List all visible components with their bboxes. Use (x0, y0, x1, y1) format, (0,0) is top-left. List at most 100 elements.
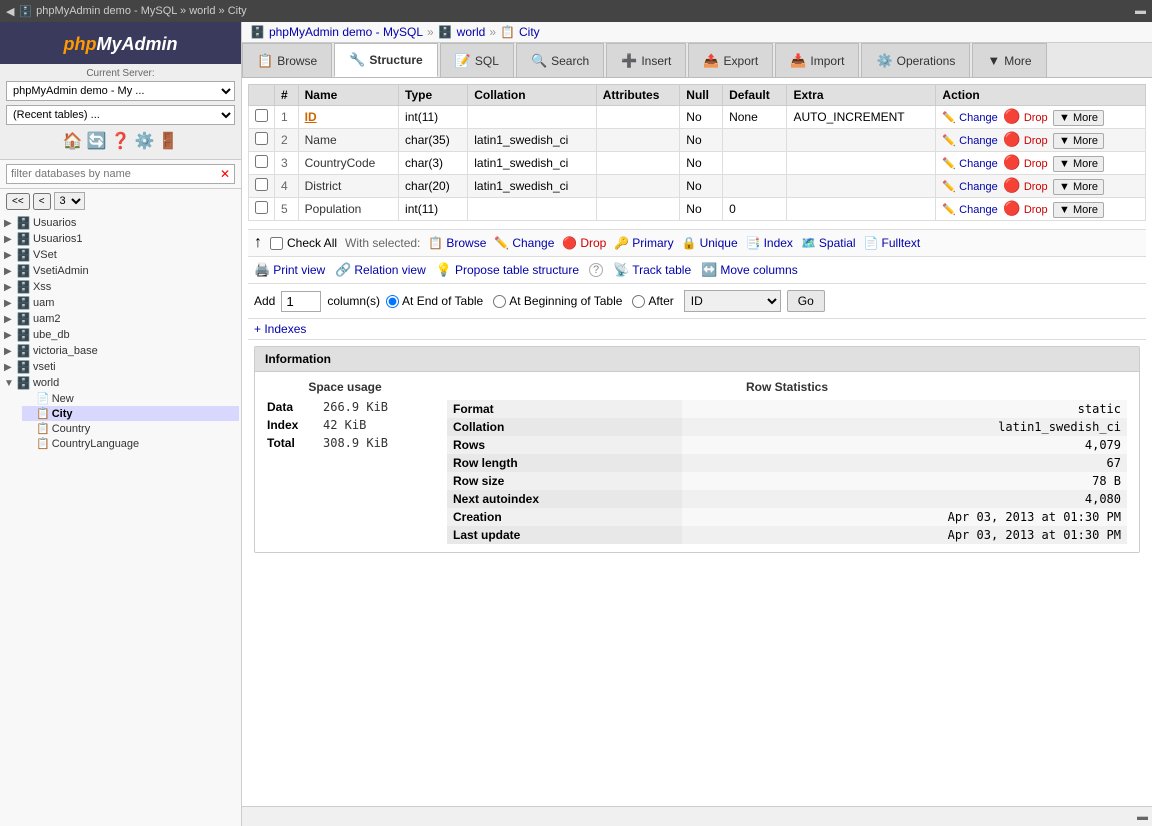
tab-search[interactable]: 🔍 Search (516, 43, 604, 77)
change-link[interactable]: ✏️ Change (942, 134, 997, 147)
ws-browse[interactable]: 📋 Browse (428, 236, 486, 250)
tab-more[interactable]: ▼ More (972, 43, 1046, 77)
db-item-xss[interactable]: ▶ 🗄️ Xss (2, 279, 239, 295)
refresh-icon[interactable]: 🔄 (87, 131, 107, 151)
more-button[interactable]: ▼ More (1053, 156, 1104, 172)
check-all-checkbox[interactable] (270, 237, 283, 250)
drop-link[interactable]: Drop (1024, 181, 1048, 193)
bc-server-link[interactable]: phpMyAdmin demo - MySQL (269, 25, 423, 39)
row-checkbox[interactable] (255, 109, 268, 122)
db-item-uam[interactable]: ▶ 🗄️ uam (2, 295, 239, 311)
insert-tab-icon: ➕ (621, 53, 637, 69)
go-button[interactable]: Go (787, 290, 825, 312)
db-item-vseti[interactable]: ▶ 🗄️ vseti (2, 359, 239, 375)
col-default (723, 129, 787, 152)
tab-sql[interactable]: 📝 SQL (440, 43, 514, 77)
db-item-vset[interactable]: ▶ 🗄️ VSet (2, 247, 239, 263)
stat-row-rows: Rows 4,079 (447, 436, 1127, 454)
col-default: None (723, 106, 787, 129)
more-button[interactable]: ▼ More (1053, 133, 1104, 149)
help-icon[interactable]: ❓ (111, 131, 131, 151)
db-item-usuarios[interactable]: ▶ 🗄️ Usuarios (2, 215, 239, 231)
ws-fulltext[interactable]: 📄 Fulltext (864, 236, 921, 250)
nav-prev-button[interactable]: < (33, 193, 51, 210)
tab-structure[interactable]: 🔧 Structure (334, 43, 438, 77)
drop-link[interactable]: Drop (1024, 112, 1048, 124)
after-radio[interactable] (632, 295, 645, 308)
more-button[interactable]: ▼ More (1053, 179, 1104, 195)
topbar-minimize[interactable]: ▬ (1135, 5, 1146, 17)
drop-link[interactable]: Drop (1024, 204, 1048, 216)
print-view-link[interactable]: 🖨️ Print view (254, 262, 325, 278)
more-button[interactable]: ▼ More (1053, 110, 1104, 126)
db-item-world-countrylanguage[interactable]: 📋 CountryLanguage (22, 436, 239, 451)
change-link[interactable]: ✏️ Change (942, 203, 997, 216)
nav-back-icon[interactable]: ◀ (6, 5, 14, 18)
filter-clear-button[interactable]: ✕ (216, 165, 234, 183)
change-link[interactable]: ✏️ Change (942, 111, 997, 124)
db-item-world-city[interactable]: 📋 City (22, 406, 239, 421)
col-name-link[interactable]: ID (305, 110, 317, 124)
db-item-ube-db[interactable]: ▶ 🗄️ ube_db (2, 327, 239, 343)
server-select[interactable]: phpMyAdmin demo - My ... (6, 81, 235, 101)
ws-primary[interactable]: 🔑 Primary (614, 236, 673, 250)
row-checkbox[interactable] (255, 201, 268, 214)
db-item-usuarios1[interactable]: ▶ 🗄️ Usuarios1 (2, 231, 239, 247)
format-label: Format (447, 400, 682, 418)
relation-view-link[interactable]: 🔗 Relation view (335, 262, 426, 278)
db-item-world-country[interactable]: 📋 Country (22, 421, 239, 436)
recent-tables-select[interactable]: (Recent tables) ... (6, 105, 235, 125)
ws-change[interactable]: ✏️ Change (494, 236, 554, 250)
row-checkbox[interactable] (255, 132, 268, 145)
col-default (723, 152, 787, 175)
db-item-uam2[interactable]: ▶ 🗄️ uam2 (2, 311, 239, 327)
col-name-cell: Name (298, 129, 398, 152)
more-button[interactable]: ▼ More (1053, 202, 1104, 218)
ws-unique[interactable]: 🔒 Unique (682, 236, 738, 250)
page-select[interactable]: 3 (54, 192, 85, 210)
after-column-select[interactable]: ID Name CountryCode District Population (684, 290, 781, 312)
col-actions: ✏️ Change 🔴 Drop ▼ More (936, 129, 1146, 152)
change-link[interactable]: ✏️ Change (942, 180, 997, 193)
collation-value: latin1_swedish_ci (682, 418, 1127, 436)
ws-index[interactable]: 📑 Index (746, 236, 793, 250)
db-item-vsetiadmin[interactable]: ▶ 🗄️ VsetiAdmin (2, 263, 239, 279)
minimize-button[interactable]: ▬ (1137, 811, 1148, 823)
home-icon[interactable]: 🏠 (63, 131, 83, 151)
bc-table-link[interactable]: City (519, 25, 540, 39)
toggle-icon: ▶ (4, 298, 14, 309)
change-link[interactable]: ✏️ Change (942, 157, 997, 170)
db-item-victoria-base[interactable]: ▶ 🗄️ victoria_base (2, 343, 239, 359)
row-checkbox[interactable] (255, 155, 268, 168)
db-item-world-new[interactable]: 📄 New (22, 391, 239, 406)
filter-databases-input[interactable] (7, 166, 216, 182)
row-checkbox[interactable] (255, 178, 268, 191)
logout-icon[interactable]: 🚪 (158, 131, 178, 151)
settings-icon[interactable]: ⚙️ (134, 131, 154, 151)
move-columns-link[interactable]: ↔️ Move columns (701, 262, 798, 278)
add-column-count-input[interactable] (281, 291, 321, 312)
col-header-name: Name (298, 85, 398, 106)
nav-prev-prev-button[interactable]: << (6, 193, 30, 210)
relation-view-label: Relation view (354, 263, 425, 277)
tab-insert[interactable]: ➕ Insert (606, 43, 686, 77)
ws-spatial[interactable]: 🗺️ Spatial (801, 236, 856, 250)
propose-table-link[interactable]: 💡 Propose table structure (436, 262, 579, 278)
tab-operations[interactable]: ⚙️ Operations (861, 43, 970, 77)
tab-export[interactable]: 📤 Export (688, 43, 773, 77)
track-table-link[interactable]: 📡 Track table (613, 262, 691, 278)
at-begin-radio[interactable] (493, 295, 506, 308)
at-end-radio[interactable] (386, 295, 399, 308)
bc-db-link[interactable]: world (457, 25, 486, 39)
propose-help-icon[interactable]: ? (589, 263, 603, 277)
db-item-world[interactable]: ▼ 🗄️ world (2, 375, 239, 391)
drop-link[interactable]: Drop (1024, 135, 1048, 147)
indexes-link[interactable]: + Indexes (248, 319, 1146, 340)
drop-link[interactable]: Drop (1024, 158, 1048, 170)
ws-drop[interactable]: 🔴 Drop (562, 236, 606, 250)
space-total-row: Total 308.9 KiB (267, 436, 423, 450)
tab-browse[interactable]: 📋 Browse (242, 43, 332, 77)
tab-import[interactable]: 📥 Import (775, 43, 859, 77)
col-extra (787, 198, 936, 221)
col-actions: ✏️ Change 🔴 Drop ▼ More (936, 152, 1146, 175)
